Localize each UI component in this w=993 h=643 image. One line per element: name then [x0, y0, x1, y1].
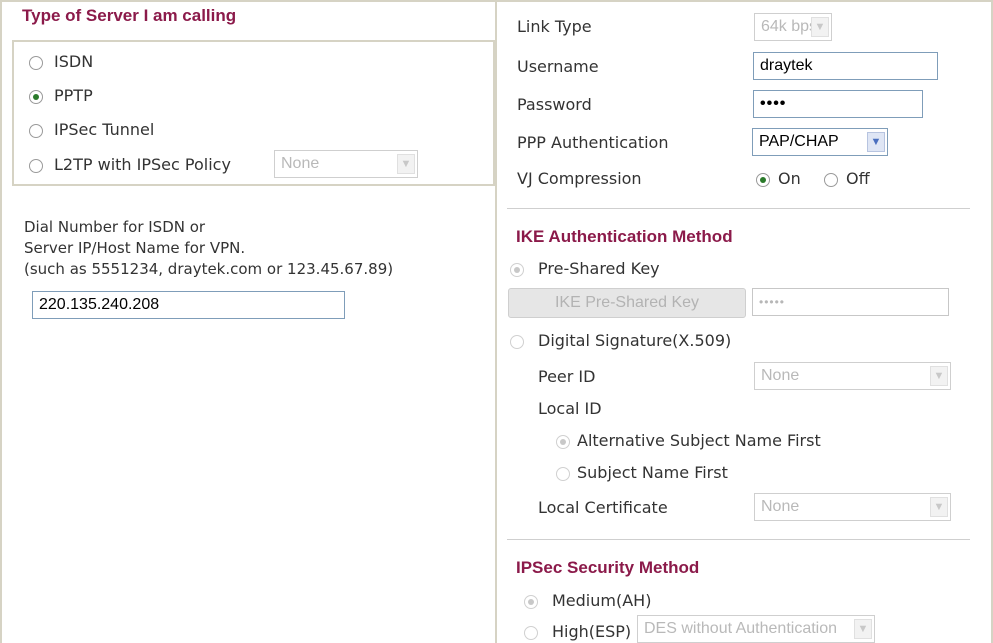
vj-off-label: Off	[846, 169, 870, 188]
subject-name-radio[interactable]	[556, 467, 570, 481]
radio-l2tp-ipsec-label: L2TP with IPSec Policy	[54, 155, 231, 174]
chevron-down-icon: ▼	[930, 366, 948, 386]
dial-help-line3: (such as 5551234, draytek.com or 123.45.…	[24, 260, 394, 278]
high-esp-label: High(ESP)	[552, 622, 632, 641]
vj-compression-label: VJ Compression	[517, 169, 642, 188]
password-input[interactable]: ••••	[753, 90, 923, 118]
ike-pre-shared-key-button[interactable]: IKE Pre-Shared Key	[508, 288, 746, 318]
link-type-label: Link Type	[517, 17, 592, 36]
chevron-down-icon: ▼	[811, 17, 829, 37]
ppp-auth-value: PAP/CHAP	[759, 133, 839, 150]
radio-pptp-label: PPTP	[54, 86, 93, 105]
radio-pptp[interactable]	[29, 90, 43, 104]
vj-on-label: On	[778, 169, 801, 188]
digital-signature-label: Digital Signature(X.509)	[538, 331, 732, 350]
local-certificate-select[interactable]: None ▼	[754, 493, 951, 521]
dial-help-line1: Dial Number for ISDN or	[24, 218, 206, 236]
pre-shared-key-radio[interactable]	[510, 263, 524, 277]
radio-l2tp-ipsec[interactable]	[29, 159, 43, 173]
ike-pre-shared-key-input[interactable]: •••••	[752, 288, 949, 316]
right-panel: Link Type 64k bps ▼ Username draytek Pas…	[497, 0, 993, 643]
high-esp-radio[interactable]	[524, 626, 538, 640]
chevron-down-icon: ▼	[854, 619, 872, 639]
username-label: Username	[517, 57, 599, 76]
server-type-title: Type of Server I am calling	[22, 6, 237, 25]
ppp-auth-label: PPP Authentication	[517, 133, 669, 152]
ppp-auth-select[interactable]: PAP/CHAP ▼	[752, 128, 888, 156]
ike-title: IKE Authentication Method	[516, 227, 733, 246]
peer-id-select[interactable]: None ▼	[754, 362, 951, 390]
local-certificate-value: None	[761, 498, 800, 515]
pre-shared-key-label: Pre-Shared Key	[538, 259, 660, 278]
divider	[507, 539, 970, 540]
chevron-down-icon: ▼	[930, 497, 948, 517]
dial-number-input[interactable]: 220.135.240.208	[32, 291, 345, 319]
radio-ipsec-tunnel-label: IPSec Tunnel	[54, 120, 155, 139]
high-esp-select[interactable]: DES without Authentication ▼	[637, 615, 875, 643]
subject-name-label: Subject Name First	[577, 463, 728, 482]
radio-isdn-label: ISDN	[54, 52, 94, 71]
link-type-value: 64k bps	[761, 18, 818, 35]
l2tp-policy-select-value: None	[281, 155, 320, 172]
peer-id-value: None	[761, 367, 800, 384]
peer-id-label: Peer ID	[538, 367, 596, 386]
username-input[interactable]: draytek	[753, 52, 938, 80]
chevron-down-icon: ▼	[867, 132, 885, 152]
vj-on-radio[interactable]	[756, 173, 770, 187]
radio-ipsec-tunnel[interactable]	[29, 124, 43, 138]
medium-ah-label: Medium(AH)	[552, 591, 652, 610]
link-type-select[interactable]: 64k bps ▼	[754, 13, 832, 41]
local-id-label: Local ID	[538, 399, 602, 418]
medium-ah-radio[interactable]	[524, 595, 538, 609]
radio-isdn[interactable]	[29, 56, 43, 70]
left-panel: Type of Server I am calling ISDN PPTP IP…	[0, 0, 497, 643]
digital-signature-radio[interactable]	[510, 335, 524, 349]
local-certificate-label: Local Certificate	[538, 498, 668, 517]
password-label: Password	[517, 95, 592, 114]
l2tp-policy-select[interactable]: None ▼	[274, 150, 418, 178]
alt-subject-name-label: Alternative Subject Name First	[577, 431, 821, 450]
chevron-down-icon: ▼	[397, 154, 415, 174]
dial-help-line2: Server IP/Host Name for VPN.	[24, 239, 246, 257]
divider	[507, 208, 970, 209]
alt-subject-name-radio[interactable]	[556, 435, 570, 449]
ipsec-title: IPSec Security Method	[516, 558, 700, 577]
high-esp-value: DES without Authentication	[644, 620, 838, 637]
vj-off-radio[interactable]	[824, 173, 838, 187]
